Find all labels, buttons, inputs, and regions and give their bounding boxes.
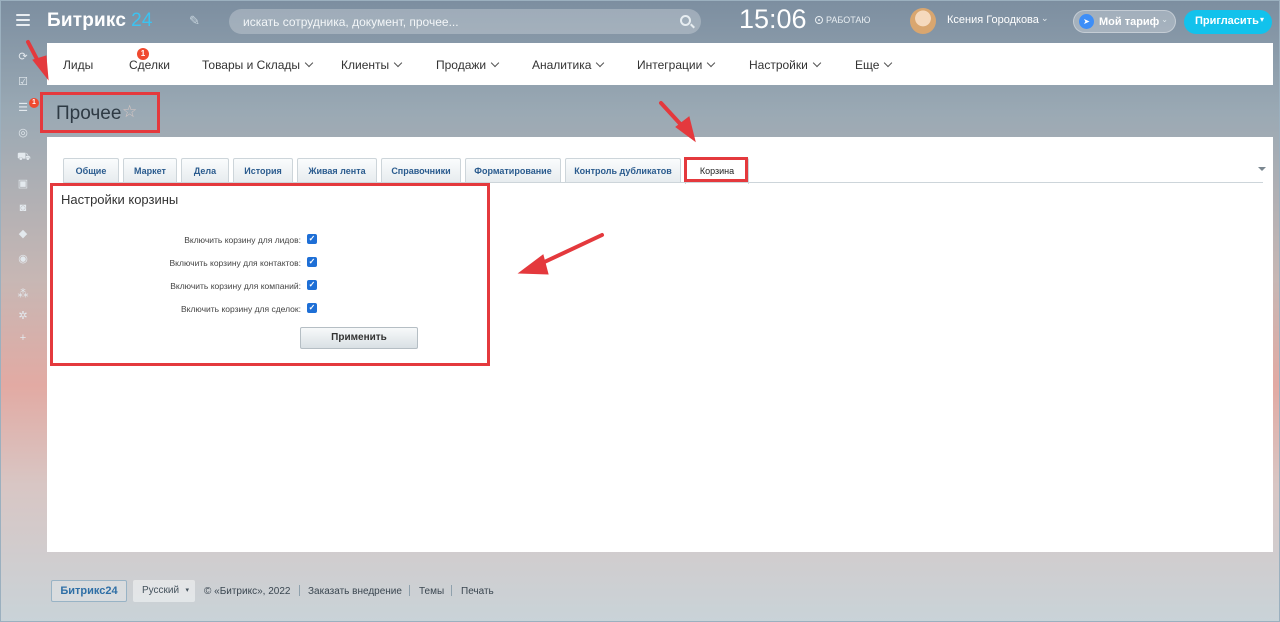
themes-link[interactable]: Темы (419, 586, 444, 597)
nav-item-label: Сделки (129, 58, 170, 72)
tab-history[interactable]: История (233, 158, 293, 183)
menu-icon[interactable] (16, 14, 30, 26)
edit-pencil-icon[interactable]: ✎ (189, 13, 200, 29)
footer-divider (299, 585, 300, 596)
my-tariff-button[interactable]: ➤ Мой тариф ⌄ (1073, 10, 1176, 33)
nav-item-products[interactable]: Товары и Склады (202, 58, 314, 72)
logo-text: Битрикс (47, 10, 127, 31)
chevron-down-icon (707, 58, 716, 68)
tab-duplicates[interactable]: Контроль дубликатов (565, 158, 681, 183)
logo-number: 24 (131, 10, 153, 31)
chevron-down-icon (884, 58, 893, 68)
nav-item-analytics[interactable]: Аналитика (532, 58, 605, 72)
footer-logo[interactable]: Битрикс24 (51, 580, 127, 602)
chevron-down-icon: ⌄ (1161, 15, 1168, 24)
tariff-label: Мой тариф (1099, 16, 1160, 28)
nav-item-leads[interactable]: Лиды (63, 58, 93, 72)
tasks-icon[interactable]: ☑ (17, 77, 29, 88)
nav-item-more[interactable]: Еще (855, 58, 893, 72)
invite-button[interactable]: Пригласить ▾ (1184, 10, 1272, 34)
rocket-icon: ➤ (1079, 14, 1094, 29)
caret-down-icon[interactable] (1258, 167, 1266, 171)
nav-item-deals[interactable]: Сделки (129, 58, 170, 72)
print-link[interactable]: Печать (461, 586, 494, 597)
search-icon[interactable] (680, 15, 691, 26)
annotation-box-tab (684, 157, 748, 182)
annotation-box-title (40, 92, 160, 133)
nav-item-label: Товары и Склады (202, 58, 301, 72)
work-status-label: РАБОТАЮ (826, 15, 871, 25)
nav-item-label: Интеграции (637, 58, 703, 72)
crm-nav-bar: Лиды 1 Сделки Товары и Склады Клиенты Пр… (47, 43, 1273, 85)
avatar[interactable] (910, 8, 936, 34)
nav-item-label: Настройки (749, 58, 808, 72)
chevron-down-icon (812, 58, 822, 68)
nav-item-label: Аналитика (532, 58, 592, 72)
status-dot-icon (815, 16, 823, 24)
footer-divider (451, 585, 452, 596)
sitemap-icon[interactable]: ⁂ (17, 289, 29, 300)
invite-label: Пригласить (1195, 15, 1259, 27)
chevron-circle-icon[interactable]: ◉ (17, 254, 29, 265)
nav-item-sales[interactable]: Продажи (436, 58, 500, 72)
left-sidebar: ⟳ ☑ ☰ 1 ◎ ⛟ ▣ ◙ ◆ ◉ ⁂ ✲ + (0, 43, 47, 363)
recent-icon[interactable]: ⟳ (17, 52, 29, 63)
caret-down-icon: ▾ (185, 587, 189, 594)
nav-item-label: Лиды (63, 58, 94, 72)
footer-divider (409, 585, 410, 596)
user-name[interactable]: Ксения Городкова (947, 14, 1039, 26)
robot-icon[interactable]: ◙ (17, 203, 29, 214)
logo[interactable]: Битрикс 24 (47, 10, 153, 32)
tab-general[interactable]: Общие (63, 158, 119, 183)
chevron-down-icon[interactable]: ⌄ (1041, 13, 1049, 24)
language-label: Русский (142, 585, 180, 596)
chevron-down-icon (393, 58, 403, 68)
chevron-down-icon (304, 58, 314, 68)
box-icon[interactable]: ◆ (17, 229, 29, 240)
tab-formatting[interactable]: Форматирование (465, 158, 561, 183)
nav-item-integrations[interactable]: Интеграции (637, 58, 716, 72)
gear-icon[interactable]: ✲ (17, 311, 29, 322)
crm-icon[interactable]: ☰ (17, 103, 29, 114)
clock[interactable]: 15:06 (739, 4, 807, 35)
chevron-down-icon (490, 58, 500, 68)
page-header: Прочее ☆ (47, 85, 1273, 137)
tab-directories[interactable]: Справочники (381, 158, 461, 183)
top-bar: Битрикс24 ✎ 15:06 РАБОТАЮ Ксения Городко… (0, 0, 1280, 43)
nav-item-label: Клиенты (341, 58, 390, 72)
language-select[interactable]: Русский ▾ (133, 580, 195, 602)
target-icon[interactable]: ◎ (17, 128, 29, 139)
chevron-down-icon: ▾ (1259, 15, 1264, 24)
order-implementation-link[interactable]: Заказать внедрение (308, 586, 402, 597)
work-status[interactable]: РАБОТАЮ (815, 15, 871, 25)
cart-icon[interactable]: ⛟ (17, 152, 31, 163)
nav-item-clients[interactable]: Клиенты (341, 58, 403, 72)
copyright: © «Битрикс», 2022 (204, 586, 291, 597)
search-input[interactable] (229, 9, 659, 34)
annotation-box-settings (50, 183, 490, 366)
plus-icon[interactable]: + (17, 333, 29, 344)
contact-card-icon[interactable]: ▣ (17, 179, 29, 190)
tab-activities[interactable]: Дела (181, 158, 229, 183)
nav-item-label: Еще (855, 58, 880, 72)
chevron-down-icon (596, 58, 605, 68)
tab-market[interactable]: Маркет (123, 158, 177, 183)
search-box (229, 9, 701, 34)
nav-item-label: Продажи (436, 58, 487, 72)
nav-item-settings[interactable]: Настройки (749, 58, 822, 72)
tab-live-feed[interactable]: Живая лента (297, 158, 377, 183)
crm-badge: 1 (29, 98, 39, 108)
